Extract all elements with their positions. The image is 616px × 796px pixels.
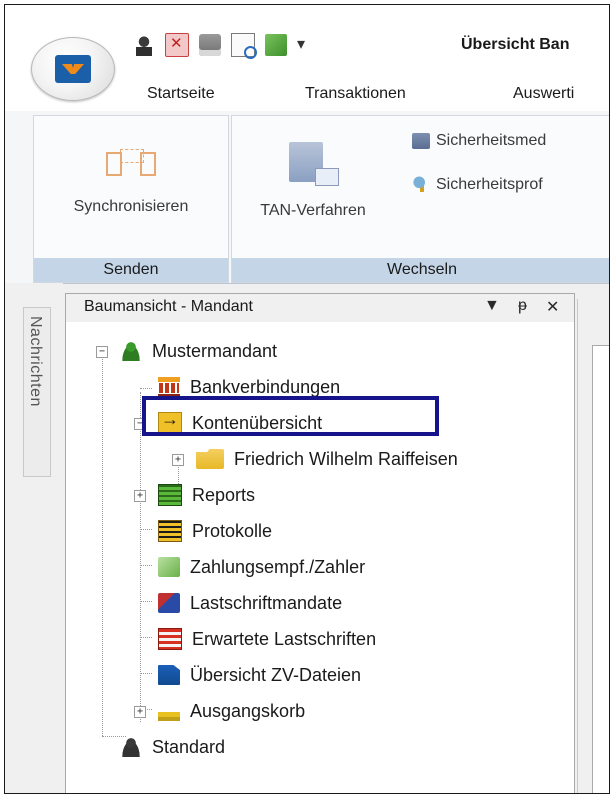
tan-verfahren-button[interactable]: TAN-Verfahren [238,142,388,220]
tab-startseite[interactable]: Startseite [147,85,215,103]
customize-toolbar-dropdown[interactable]: ▾ [297,34,305,56]
panel-dropdown-icon[interactable]: ▼ [484,297,500,315]
network-icon[interactable] [265,34,287,56]
print-icon[interactable] [199,34,221,56]
user-icon[interactable] [133,34,155,56]
tree-node-mustermandant[interactable]: Mustermandant [120,336,277,366]
main-content-area [577,299,609,793]
ribbon-group-senden: Synchronisieren Senden [33,115,229,283]
synchronisieren-button[interactable]: Synchronisieren [42,146,220,216]
payee-icon [158,557,180,577]
tab-transaktionen[interactable]: Transaktionen [305,85,406,103]
tree-node-label: Mustermandant [152,340,278,361]
expand-reports[interactable]: + [134,490,146,502]
tree-node-ausgangskorb[interactable]: Ausgangskorb [158,696,305,726]
tree-panel-header: Baumansicht - Mandant ▼ ᵽ ✕ [66,294,574,322]
tan-verfahren-label: TAN-Verfahren [260,202,366,219]
tan-device-icon [285,142,341,188]
tree-node-label: Standard [152,736,226,757]
tree-node-label: Friedrich Wilhelm Raiffeisen [234,448,458,469]
quick-access-toolbar: ▾ [133,33,305,59]
sync-icon [106,146,156,184]
reports-icon [158,484,182,506]
synchronisieren-label: Synchronisieren [73,198,189,215]
payment-file-icon [158,665,180,685]
tree-connector [140,673,152,674]
security-profile-icon [412,176,430,194]
tree-node-label: Erwartete Lastschriften [192,628,377,649]
tree-node-protokolle[interactable]: Protokolle [158,516,272,546]
sicherheitsprofil-button[interactable]: Sicherheitsprof [412,176,543,194]
tree-node-reports[interactable]: Reports [158,480,255,510]
window-title: Übersicht Ban [461,36,570,53]
application-menu-button[interactable] [31,37,115,101]
tab-nachrichten[interactable]: Nachrichten [23,307,51,477]
tree-connector [140,565,152,566]
tree-connector [140,388,152,389]
security-media-icon [412,133,430,149]
folder-icon [196,449,224,469]
expand-friedrich-wilhelm-raiffeisen[interactable]: + [172,454,184,466]
expected-debits-icon [158,628,182,650]
tree-panel: Baumansicht - Mandant ▼ ᵽ ✕ − − + + + Mu… [65,293,575,793]
content-pane [592,345,609,793]
tree-node-label: Zahlungsempf./Zahler [190,556,366,577]
tree-connector [102,356,103,736]
title-bar: ▾ Übersicht Ban [5,5,609,101]
print-preview-icon[interactable] [231,33,257,59]
tree-node-label: Protokolle [192,520,273,541]
expand-ausgangskorb[interactable]: + [134,706,146,718]
group-label-wechseln: Wechseln [232,258,609,282]
close-icon[interactable]: ✕ [546,297,559,317]
tree-panel-title: Baumansicht - Mandant [84,298,253,315]
nachrichten-label: Nachrichten [27,316,44,407]
bank-icon [158,377,180,397]
tab-auswertungen[interactable]: Auswerti [513,85,574,103]
collapse-mustermandant[interactable]: − [96,346,108,358]
tree-node-lastschriftmandate[interactable]: Lastschriftmandate [158,588,342,618]
tree-node-standard[interactable]: Standard [120,732,225,762]
tree-connector [140,637,152,638]
tree-node-zahlungsempfaenger[interactable]: Zahlungsempf./Zahler [158,552,365,582]
side-tab-strip: Nachrichten [5,283,63,793]
tree-node-label: Lastschriftmandate [190,592,343,613]
direct-debit-mandate-icon [158,593,180,613]
highlight-box [142,396,439,436]
pin-icon[interactable]: ᵽ [518,297,527,315]
tree-view: − − + + + Mustermandant Bankverbindungen… [66,322,574,793]
sicherheitsmedium-button[interactable]: Sicherheitsmed [412,132,546,150]
outbox-icon [158,705,180,721]
tree-node-label: Ausgangskorb [190,700,306,721]
tree-node-label: Reports [192,484,256,505]
delete-icon[interactable] [165,33,189,57]
user-dark-icon [120,737,142,757]
tree-node-label: Bankverbindungen [190,376,341,397]
sicherheitsprofil-label: Sicherheitsprof [436,176,543,193]
group-label-senden: Senden [34,258,228,282]
ribbon: Synchronisieren Senden TAN-Verfahren Sic… [5,111,609,284]
protocol-icon [158,520,182,542]
tree-connector [140,601,152,602]
ribbon-group-wechseln: TAN-Verfahren Sicherheitsmed Sicherheits… [231,115,609,283]
tree-node-friedrich-wilhelm-raiffeisen[interactable]: Friedrich Wilhelm Raiffeisen [196,444,458,474]
tree-node-uebersicht-zv-dateien[interactable]: Übersicht ZV-Dateien [158,660,361,690]
tree-connector [140,529,152,530]
sicherheitsmedium-label: Sicherheitsmed [436,132,547,149]
tree-node-label: Übersicht ZV-Dateien [190,664,362,685]
bank-logo-icon [55,55,91,83]
user-green-icon [120,341,142,361]
application-window: ▾ Übersicht Ban Startseite Transaktionen… [4,4,610,794]
tree-node-erwartete-lastschriften[interactable]: Erwartete Lastschriften [158,624,376,654]
